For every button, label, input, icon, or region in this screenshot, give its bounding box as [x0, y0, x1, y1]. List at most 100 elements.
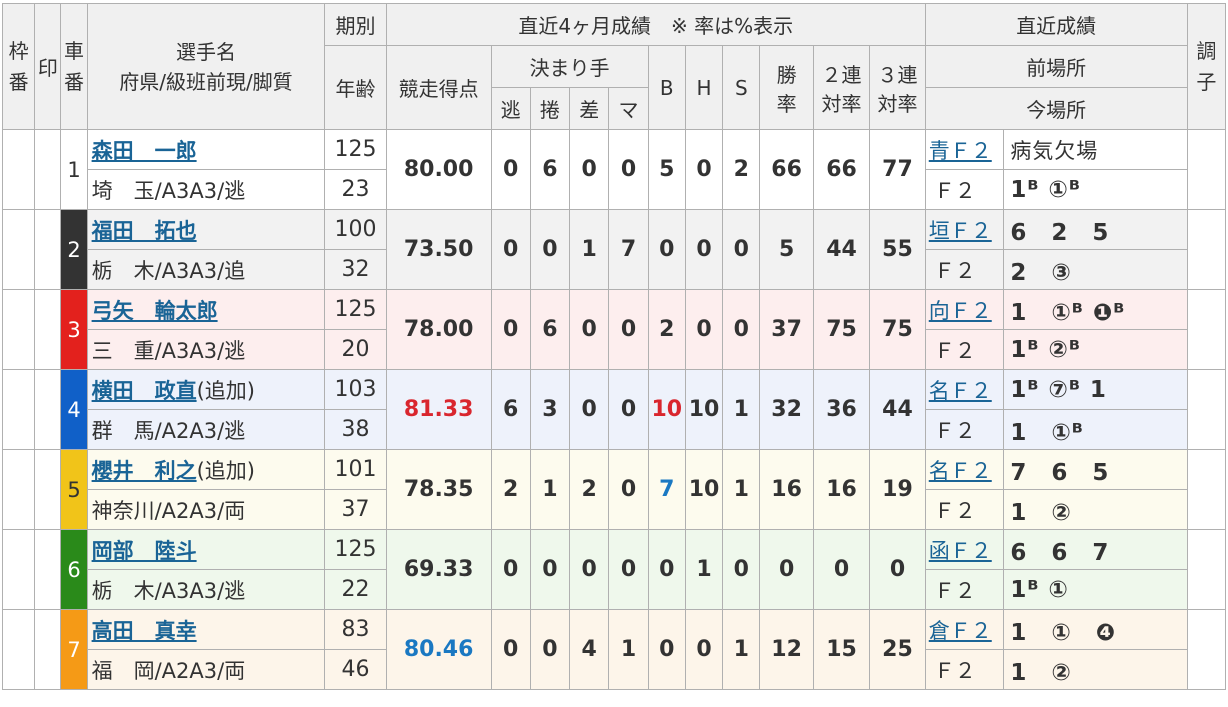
- rider-rate3: 0: [869, 529, 926, 610]
- rider-h: 0: [684, 289, 724, 370]
- rider-rate3: 44: [869, 369, 926, 450]
- rider-sashi: 0: [569, 289, 610, 370]
- prev-venue-link[interactable]: 名Ｆ２: [924, 369, 1005, 410]
- rider-rate3: 75: [869, 289, 926, 370]
- condition-cell: [1186, 529, 1227, 610]
- header-rate2-1: ２連: [821, 62, 862, 87]
- prev-venue-link[interactable]: 名Ｆ２: [924, 449, 1005, 490]
- rider-sashi: 4: [569, 609, 610, 690]
- rider-name-link[interactable]: 高田 真幸: [92, 619, 197, 643]
- header-rate3-2: 対率: [877, 91, 918, 116]
- curr-venue: Ｆ２: [924, 249, 1005, 290]
- rider-term: 100: [324, 209, 387, 250]
- rider-b: 7: [647, 449, 686, 530]
- rider-mark: 0: [608, 529, 649, 610]
- prev-venue-link[interactable]: 向Ｆ２: [924, 289, 1005, 330]
- rider-info: 三 重/A3A3/逃: [86, 329, 326, 370]
- header-makuri: 捲: [529, 87, 571, 130]
- rider-sashi: 0: [569, 369, 610, 450]
- rider-name-link[interactable]: 福田 拓也: [92, 219, 197, 243]
- rider-s: 0: [722, 289, 761, 370]
- rider-age: 22: [324, 569, 387, 610]
- header-car: 車番: [60, 3, 88, 130]
- rider-info: 栃 木/A3A3/逃: [86, 569, 326, 610]
- rider-score: 73.50: [385, 209, 492, 290]
- rider-name-link[interactable]: 森田 一郎: [92, 139, 197, 163]
- rider-s: 0: [722, 209, 761, 290]
- rider-name-cell: 岡部 陸斗: [86, 529, 326, 570]
- prev-results: 1 ① ❹: [1003, 609, 1188, 650]
- rider-b: 5: [647, 129, 686, 210]
- rider-name-cell: 櫻井 利之(追加): [86, 449, 326, 490]
- curr-results: 1 ①ᴮ: [1003, 409, 1188, 450]
- rider-row: 4 横田 政直(追加) 103 81.33 6 3 0 0 10 10 1 32 36 44 名Ｆ２ 1ᴮ ⑦…: [1, 369, 1227, 450]
- curr-results: 2 ③: [1003, 249, 1188, 290]
- car-number: 5: [60, 449, 88, 530]
- prev-venue-link[interactable]: 青Ｆ２: [924, 129, 1005, 170]
- prev-results: 病気欠場: [1003, 129, 1188, 170]
- header-win-rate: 勝 率: [759, 45, 814, 130]
- rider-rate2: 0: [812, 529, 871, 610]
- rider-age: 32: [324, 249, 387, 290]
- header-win-rate-1: 勝: [776, 62, 797, 87]
- rider-s: 1: [722, 609, 761, 690]
- condition-cell: [1186, 289, 1227, 370]
- mark-cell[interactable]: [34, 609, 62, 690]
- mark-cell[interactable]: [34, 449, 62, 530]
- header-prev-venue: 前場所: [924, 45, 1188, 88]
- header-player-info: 府県/級班前現/脚質: [119, 69, 293, 94]
- rider-makuri: 0: [529, 209, 571, 290]
- car-number: 3: [60, 289, 88, 370]
- rider-nige: 2: [490, 449, 531, 530]
- car-number: 2: [60, 209, 88, 290]
- mark-cell[interactable]: [34, 369, 62, 450]
- header-nige: 逃: [490, 87, 531, 130]
- rider-info: 福 岡/A2A3/両: [86, 649, 326, 690]
- curr-venue: Ｆ２: [924, 409, 1005, 450]
- rider-win-rate: 32: [759, 369, 814, 450]
- prev-venue-link[interactable]: 垣Ｆ２: [924, 209, 1005, 250]
- race-entry-table: 枠番 印 車番 選手名 府県/級班前現/脚質 期別 直近4ヶ月成績 ※ 率は%表…: [1, 3, 1227, 690]
- rider-makuri: 1: [529, 449, 571, 530]
- rider-name-link[interactable]: 横田 政直: [92, 379, 197, 403]
- header-b: B: [647, 45, 686, 130]
- rider-nige: 0: [490, 129, 531, 210]
- condition-cell: [1186, 609, 1227, 690]
- prev-results: 7 6 5: [1003, 449, 1188, 490]
- header-term: 期別: [324, 3, 387, 46]
- rider-s: 0: [722, 529, 761, 610]
- rider-name-link[interactable]: 櫻井 利之: [92, 459, 197, 483]
- mark-cell[interactable]: [34, 129, 62, 210]
- rider-b: 2: [647, 289, 686, 370]
- rider-mark: 0: [608, 129, 649, 210]
- prev-venue-link[interactable]: 函Ｆ２: [924, 529, 1005, 570]
- rider-sashi: 0: [569, 129, 610, 210]
- rider-rate2: 16: [812, 449, 871, 530]
- rider-row: 2 福田 拓也 100 73.50 0 0 1 7 0 0 0 5 44 55 垣Ｆ２ 6 2 5: [1, 209, 1227, 290]
- rider-name-cell: 高田 真幸: [86, 609, 326, 650]
- rider-sashi: 2: [569, 449, 610, 530]
- rider-term: 125: [324, 529, 387, 570]
- rider-rate3: 55: [869, 209, 926, 290]
- rider-name-link[interactable]: 岡部 陸斗: [92, 539, 197, 563]
- header-curr-venue: 今場所: [924, 87, 1188, 130]
- mark-cell[interactable]: [34, 289, 62, 370]
- prev-venue-link[interactable]: 倉Ｆ２: [924, 609, 1005, 650]
- header-mark-k: マ: [608, 87, 649, 130]
- rider-name-link[interactable]: 弓矢 輪太郎: [92, 299, 218, 323]
- curr-venue: Ｆ２: [924, 329, 1005, 370]
- curr-results: 1 ②: [1003, 489, 1188, 530]
- rider-s: 2: [722, 129, 761, 210]
- rider-rate2: 44: [812, 209, 871, 290]
- car-number: 4: [60, 369, 88, 450]
- rider-sashi: 1: [569, 209, 610, 290]
- rider-score: 78.35: [385, 449, 492, 530]
- rider-sashi: 0: [569, 529, 610, 610]
- mark-cell[interactable]: [34, 209, 62, 290]
- rider-info: 群 馬/A2A3/逃: [86, 409, 326, 450]
- rider-row: 6 岡部 陸斗 125 69.33 0 0 0 0 0 1 0 0 0 0 函Ｆ２ 6 6 7: [1, 529, 1227, 610]
- mark-cell[interactable]: [34, 529, 62, 610]
- rider-mark: 0: [608, 449, 649, 530]
- rider-info: 栃 木/A3A3/追: [86, 249, 326, 290]
- rider-h: 0: [684, 209, 724, 290]
